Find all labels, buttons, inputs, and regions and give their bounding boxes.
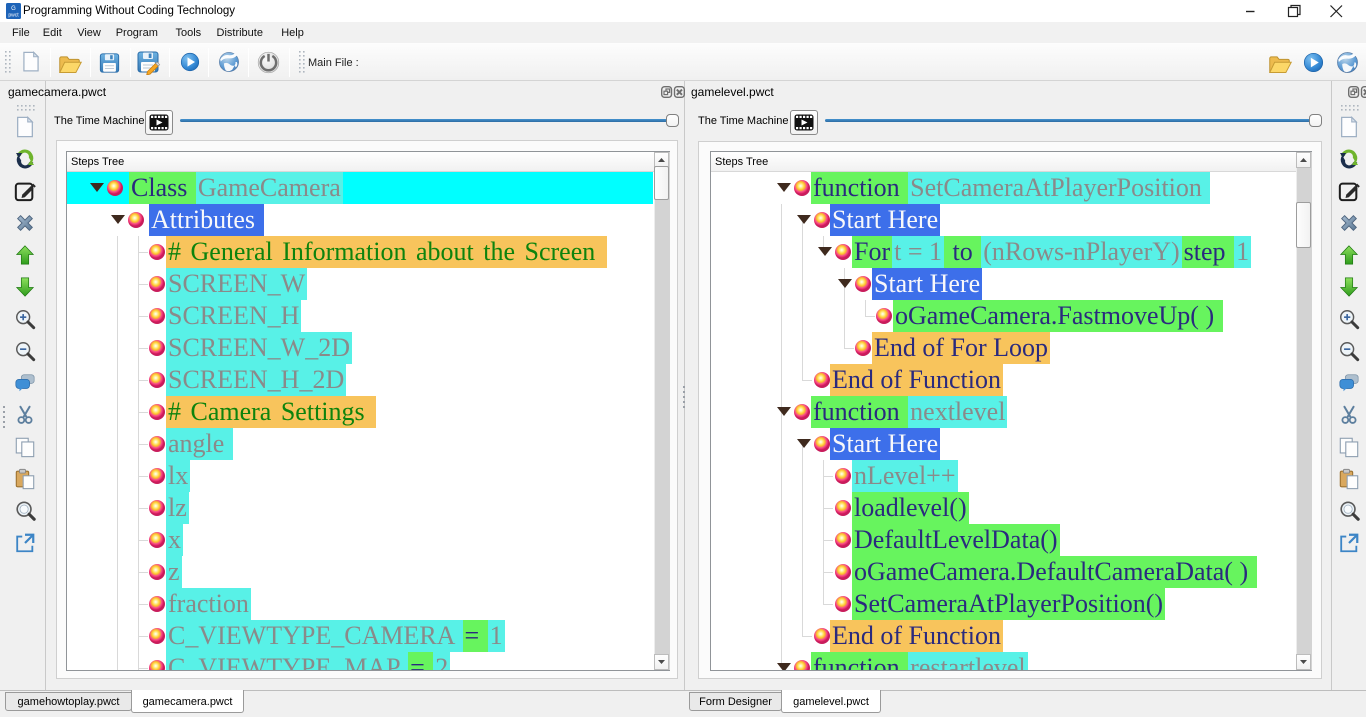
svg-text:pwct: pwct [8, 13, 19, 19]
svg-text:G: G [11, 6, 16, 12]
